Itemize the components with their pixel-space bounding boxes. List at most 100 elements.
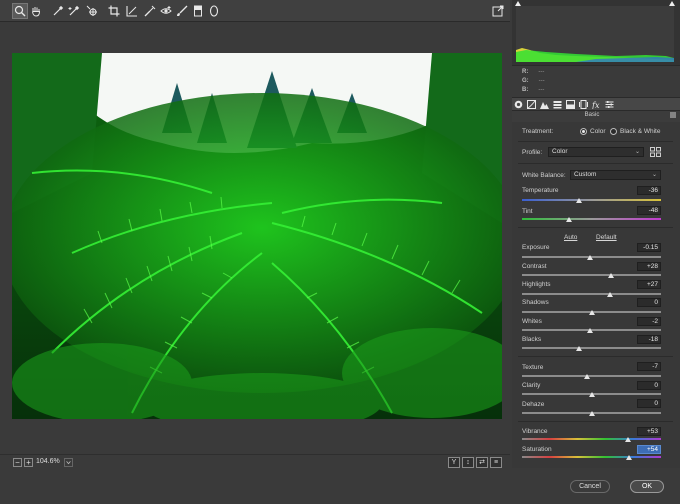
radial-filter-icon xyxy=(209,5,219,17)
profile-dropdown[interactable]: Color ⌄ xyxy=(548,147,644,157)
hand-icon xyxy=(32,7,41,17)
straighten-tool[interactable] xyxy=(124,3,140,19)
adjustment-brush-tool[interactable] xyxy=(174,3,190,19)
saturation-thumb[interactable] xyxy=(626,455,633,460)
white-balance-label: White Balance: xyxy=(522,172,566,179)
highlights-value[interactable]: +27 xyxy=(637,280,661,289)
clarity-value[interactable]: 0 xyxy=(637,381,661,390)
fx-icon: fx xyxy=(592,101,600,109)
contrast-thumb[interactable] xyxy=(607,273,614,278)
tab-tone-curve[interactable] xyxy=(526,99,537,110)
texture-value[interactable]: -7 xyxy=(637,362,661,371)
radial-filter-tool[interactable] xyxy=(206,3,222,19)
tone-curve-icon xyxy=(527,100,536,109)
blacks-thumb[interactable] xyxy=(575,346,582,351)
before-after-toggle-button[interactable]: Y xyxy=(448,457,460,468)
crop-icon xyxy=(108,5,120,17)
temperature-value[interactable]: -36 xyxy=(637,186,661,195)
whites-label: Whites xyxy=(522,318,542,325)
zoom-in-button[interactable]: + xyxy=(24,458,33,467)
highlights-track[interactable] xyxy=(522,293,661,295)
texture-track[interactable] xyxy=(522,375,661,377)
shadows-thumb[interactable] xyxy=(588,310,595,315)
vibrance-track[interactable] xyxy=(522,438,661,440)
panel-tabs: fx xyxy=(512,97,680,111)
treatment-color-radio[interactable] xyxy=(580,128,587,135)
white-balance-value: Custom xyxy=(574,171,597,178)
dehaze-value[interactable]: 0 xyxy=(637,399,661,408)
open-export-button[interactable] xyxy=(490,3,506,19)
temperature-thumb[interactable] xyxy=(575,198,582,203)
whites-value[interactable]: -2 xyxy=(637,317,661,326)
saturation-value[interactable]: +54 xyxy=(637,445,661,454)
hsl-icon xyxy=(553,101,562,109)
exposure-thumb[interactable] xyxy=(587,255,594,260)
hand-tool[interactable] xyxy=(28,3,44,19)
exposure-value[interactable]: -0.15 xyxy=(637,243,661,252)
highlights-thumb[interactable] xyxy=(607,292,614,297)
zoom-dropdown[interactable] xyxy=(64,458,73,467)
whites-thumb[interactable] xyxy=(587,328,594,333)
shadows-value[interactable]: 0 xyxy=(637,298,661,307)
blacks-track[interactable] xyxy=(522,347,661,349)
vibrance-value[interactable]: +53 xyxy=(637,427,661,436)
ok-button[interactable]: OK xyxy=(630,480,664,493)
zoom-tool[interactable] xyxy=(12,3,28,19)
toggle-default-button[interactable]: ≡ xyxy=(490,457,502,468)
profile-browser-icon[interactable] xyxy=(650,147,661,157)
dehaze-label: Dehaze xyxy=(522,401,545,408)
tab-lens-corrections[interactable] xyxy=(578,99,589,110)
dehaze-thumb[interactable] xyxy=(588,411,595,416)
exposure-label: Exposure xyxy=(522,244,550,251)
auto-link[interactable]: Auto xyxy=(564,234,577,241)
swap-before-after-button[interactable]: ↕ xyxy=(462,457,474,468)
clarity-thumb[interactable] xyxy=(588,392,595,397)
targeted-adjustment-tool[interactable] xyxy=(84,3,100,19)
split-toning-icon xyxy=(566,100,575,109)
tint-value[interactable]: -48 xyxy=(637,206,661,215)
tab-split-toning[interactable] xyxy=(565,99,576,110)
spot-removal-icon xyxy=(144,5,156,17)
contrast-track[interactable] xyxy=(522,274,661,276)
spot-removal-tool[interactable] xyxy=(142,3,158,19)
red-eye-icon xyxy=(160,6,172,14)
zoom-out-button[interactable]: − xyxy=(13,458,22,467)
default-link[interactable]: Default xyxy=(596,234,617,241)
photo-preview[interactable] xyxy=(12,53,502,419)
tab-basic[interactable] xyxy=(513,99,524,110)
texture-thumb[interactable] xyxy=(583,374,590,379)
treatment-bw-label[interactable]: Black & White xyxy=(620,128,660,135)
cancel-button[interactable]: Cancel xyxy=(570,480,610,493)
graduated-filter-tool[interactable] xyxy=(190,3,206,19)
saturation-label: Saturation xyxy=(522,446,552,453)
magnifier-icon xyxy=(14,5,26,17)
blacks-value[interactable]: -18 xyxy=(637,335,661,344)
tint-thumb[interactable] xyxy=(566,217,573,222)
color-sampler-tool[interactable] xyxy=(66,3,82,19)
panel-menu-icon[interactable] xyxy=(670,112,676,118)
tab-detail[interactable] xyxy=(539,99,550,110)
basic-panel: Treatment: Color Black & White Profile: … xyxy=(512,122,680,468)
lens-icon xyxy=(579,100,588,109)
tab-calibration[interactable] xyxy=(604,99,615,110)
chevron-down-icon: ⌄ xyxy=(651,172,657,178)
white-balance-dropdown[interactable]: Custom ⌄ xyxy=(570,170,661,180)
aperture-icon xyxy=(514,100,523,109)
eyedropper-icon xyxy=(53,5,64,16)
tab-effects[interactable]: fx xyxy=(591,99,602,110)
temperature-track[interactable] xyxy=(522,199,661,201)
contrast-label: Contrast xyxy=(522,263,547,270)
crop-tool[interactable] xyxy=(106,3,122,19)
tab-hsl[interactable] xyxy=(552,99,563,110)
vibrance-thumb[interactable] xyxy=(625,437,632,442)
rgb-readout: R: --- G: --- B: --- xyxy=(512,66,680,96)
copy-settings-button[interactable]: ⇄ xyxy=(476,457,488,468)
red-eye-tool[interactable] xyxy=(158,3,174,19)
white-balance-tool[interactable] xyxy=(50,3,66,19)
tint-track[interactable] xyxy=(522,218,661,220)
treatment-bw-radio[interactable] xyxy=(610,128,617,135)
treatment-color-label[interactable]: Color xyxy=(590,128,606,135)
contrast-value[interactable]: +28 xyxy=(637,262,661,271)
saturation-track[interactable] xyxy=(522,456,661,458)
histogram-graph xyxy=(516,6,674,62)
